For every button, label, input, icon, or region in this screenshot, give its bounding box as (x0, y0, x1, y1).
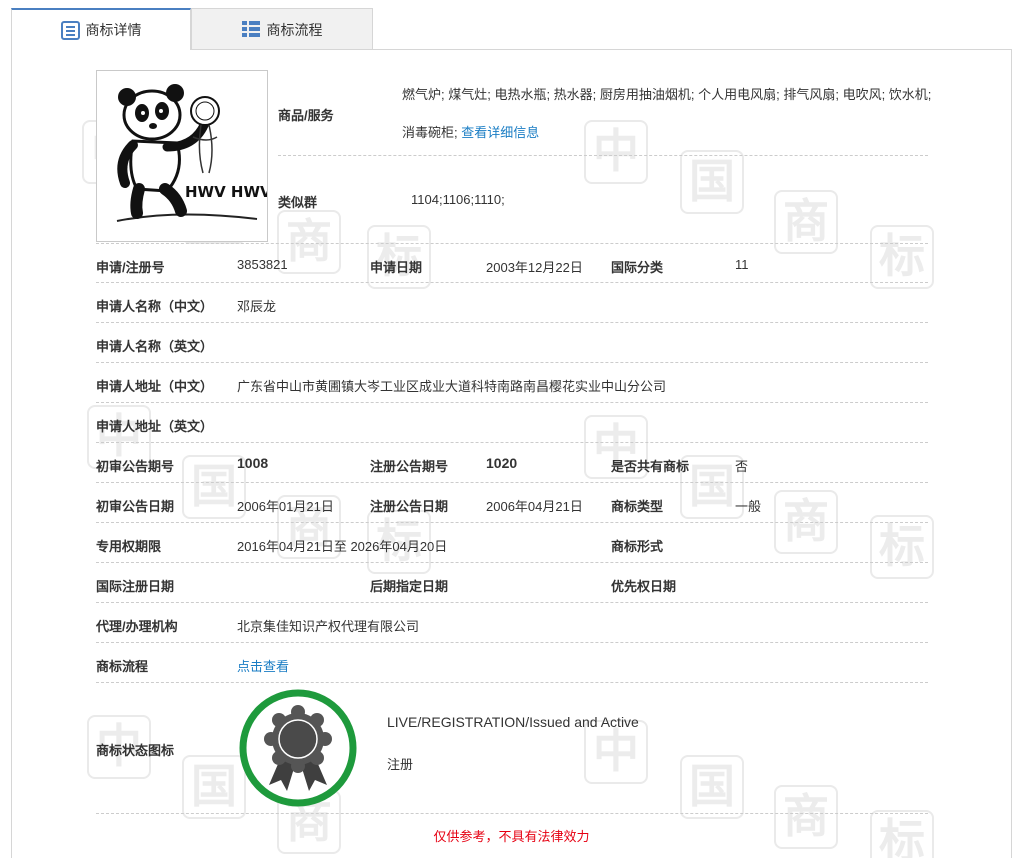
applicant-cn-value: 邓辰龙 (237, 299, 277, 314)
detail-row: 商标流程 点击查看 (96, 643, 928, 683)
exclusive-period-value: 2016年04月21日至 2026年04月20日 (237, 539, 448, 554)
address-en-label: 申请人地址（英文） (96, 419, 214, 434)
reg-no-label: 申请/注册号 (96, 260, 165, 275)
tab-label: 商标流程 (266, 21, 323, 38)
exclusive-period-label: 专用权期限 (96, 539, 162, 554)
mark-form-label: 商标形式 (611, 539, 664, 554)
prelim-no-label: 初审公告期号 (96, 459, 175, 474)
trademark-detail-panel: 中 国 商 标 中 国 商 标 中 国 商 标 中 国 商 标 中 国 商 中 … (11, 49, 1012, 858)
goods-services-label: 商品/服务 (278, 108, 334, 123)
mark-type-value: 一般 (735, 499, 762, 514)
goods-services-row: 商品/服务 燃气炉; 煤气灶; 电热水瓶; 热水器; 厨房用抽油烟机; 个人用电… (278, 70, 931, 156)
process-view-link[interactable]: 点击查看 (237, 656, 289, 675)
similar-group-label: 类似群 (278, 195, 318, 210)
intl-reg-date-label: 国际注册日期 (96, 579, 175, 594)
reg-announce-no-label: 注册公告期号 (370, 459, 449, 474)
tab-trademark-details[interactable]: 商标详情 (11, 8, 191, 50)
applicant-cn-label: 申请人名称（中文） (96, 299, 214, 314)
detail-row: 申请人地址（中文） 广东省中山市黄圃镇大岑工业区成业大道科特南路南昌樱花实业中山… (96, 363, 928, 403)
detail-row: 国际注册日期 后期指定日期 优先权日期 (96, 563, 928, 603)
detail-row: 初审公告期号 1008 注册公告期号 1020 是否共有商标 否 (96, 443, 928, 483)
similar-group-value: 1104;1106;1110; (411, 192, 505, 207)
detail-row: 初审公告日期 2006年01月21日 注册公告日期 2006年04月21日 商标… (96, 483, 928, 523)
agent-value: 北京集佳知识产权代理有限公司 (237, 619, 420, 634)
intl-class-value: 11 (735, 257, 749, 272)
disclaimer-text: 仅供参考，不具有法律效力 (433, 829, 590, 844)
logo-text: HWV HWV (185, 183, 268, 201)
prelim-date-label: 初审公告日期 (96, 499, 175, 514)
tab-label: 商标详情 (85, 22, 142, 38)
shared-mark-label: 是否共有商标 (611, 459, 690, 474)
address-cn-label: 申请人地址（中文） (96, 379, 214, 394)
apply-date-label: 申请日期 (370, 260, 423, 275)
list-icon (241, 20, 261, 39)
status-chinese: 注册 (387, 757, 414, 772)
tab-bar: 商标详情 商标流程 (11, 8, 373, 50)
process-label: 商标流程 (96, 659, 149, 674)
reg-announce-date-value: 2006年04月21日 (486, 499, 583, 514)
document-icon (60, 20, 80, 40)
detail-row: 专用权期限 2016年04月21日至 2026年04月20日 商标形式 (96, 523, 928, 563)
similar-group-row: 类似群 1104;1106;1110; (278, 156, 928, 242)
later-designation-label: 后期指定日期 (370, 579, 449, 594)
status-row: 商标状态图标 LIVE/REGISTRATION/Issued and Acti… (96, 683, 928, 814)
trademark-logo[interactable]: HWV HWV (96, 70, 268, 242)
detail-row: 代理/办理机构 北京集佳知识产权代理有限公司 (96, 603, 928, 643)
reg-announce-no-value: 1020 (486, 455, 518, 471)
detail-row: 申请/注册号 3853821 申请日期 2003年12月22日 国际分类 11 (96, 243, 928, 283)
detail-row: 申请人地址（英文） (96, 403, 928, 443)
reg-announce-date-label: 注册公告日期 (370, 499, 449, 514)
goods-services-value: 燃气炉; 煤气灶; 电热水瓶; 热水器; 厨房用抽油烟机; 个人用电风扇; 排气… (402, 87, 932, 140)
prelim-date-value: 2006年01月21日 (237, 499, 334, 514)
apply-date-value: 2003年12月22日 (486, 260, 583, 275)
detail-content: HWV HWV 商品/服务 燃气炉; 煤气灶; 电热水瓶; 热水器; 厨房用抽油… (12, 50, 1011, 858)
priority-date-label: 优先权日期 (611, 579, 677, 594)
registered-status-badge-icon (239, 689, 357, 807)
detail-row: 申请人名称（中文） 邓辰龙 (96, 283, 928, 323)
shared-mark-value: 否 (735, 459, 749, 474)
detail-row: 申请人名称（英文） (96, 323, 928, 363)
mark-type-label: 商标类型 (611, 499, 664, 514)
status-english: LIVE/REGISTRATION/Issued and Active (387, 714, 639, 730)
intl-class-label: 国际分类 (611, 260, 664, 275)
status-icon-label: 商标状态图标 (96, 743, 175, 758)
address-cn-value: 广东省中山市黄圃镇大岑工业区成业大道科特南路南昌樱花实业中山分公司 (237, 379, 667, 394)
view-details-link[interactable]: 查看详细信息 (461, 125, 539, 140)
applicant-en-label: 申请人名称（英文） (96, 339, 214, 354)
agent-label: 代理/办理机构 (96, 619, 178, 634)
panda-logo-image: HWV HWV (116, 84, 268, 222)
tab-trademark-process[interactable]: 商标流程 (191, 8, 373, 50)
prelim-no-value: 1008 (237, 455, 269, 471)
reg-no-value: 3853821 (237, 257, 288, 272)
